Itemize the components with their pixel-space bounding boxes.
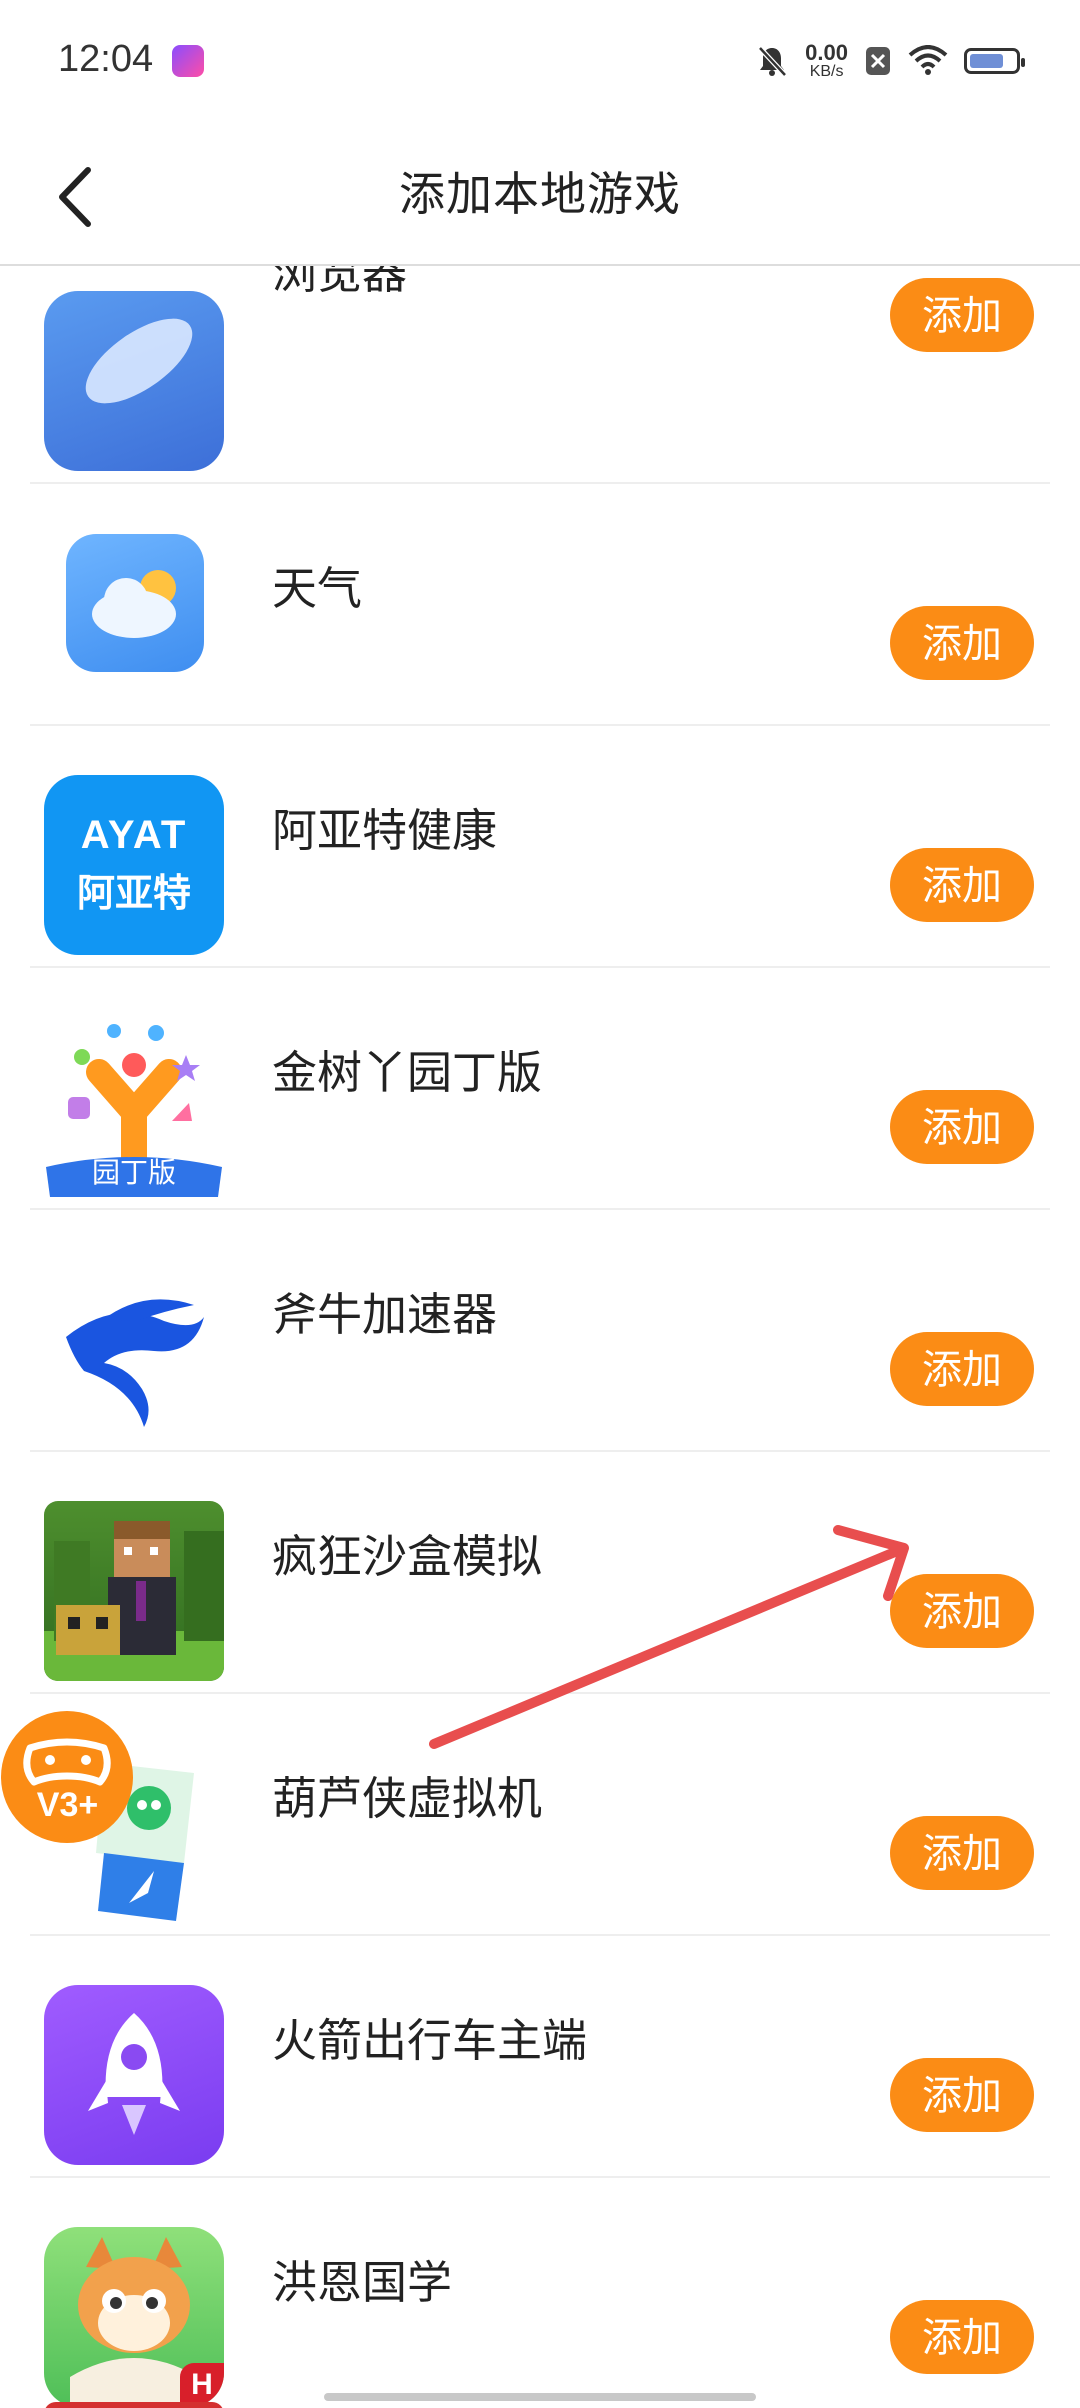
list-item: 斧牛加速器 添加 [30,1210,1050,1452]
funiu-accelerator-icon [44,1259,224,1439]
app-name: 天气 [272,562,363,615]
next-item-icon-peek [44,2402,224,2408]
page-title: 添加本地游戏 [399,167,681,221]
icon-text: AYAT [80,813,188,857]
clock: 12:04 [58,38,154,80]
list-item: AYAT 阿亚特 阿亚特健康 添加 [30,726,1050,968]
status-icons: 0.00 KB/s [755,42,1025,80]
list-item: H 洪恩国学 添加 [30,2178,1050,2408]
add-button[interactable]: 添加 [890,2058,1034,2132]
sandbox-game-icon [44,1501,224,1681]
list-item: 浏览器 添加 [30,266,1050,484]
top-app-bar: 添加本地游戏 [0,130,1080,266]
rocket-app-icon [44,1985,224,2165]
app-name: 洪恩国学 [272,2256,453,2309]
add-button[interactable]: 添加 [890,848,1034,922]
browser-app-icon [44,291,224,471]
list-item: 疯狂沙盒模拟 添加 [30,1452,1050,1694]
app-name: 疯狂沙盒模拟 [272,1530,543,1583]
add-button[interactable]: 添加 [890,1090,1034,1164]
floating-button-label: V3+ [36,1786,99,1824]
home-indicator[interactable] [324,2393,756,2401]
icon-badge: H [180,2363,224,2407]
app-name: 葫芦侠虚拟机 [272,1772,543,1825]
notification-app-icon [172,45,204,77]
list-item: 天气 添加 [30,484,1050,726]
list-item: 葫芦侠虚拟机 添加 [30,1694,1050,1936]
add-button[interactable]: 添加 [890,278,1034,352]
add-button[interactable]: 添加 [890,2300,1034,2374]
net-speed-value: 0.00 [805,40,848,65]
add-button[interactable]: 添加 [890,1574,1034,1648]
jinshuya-app-icon: 园丁版 [44,1017,224,1197]
app-name: 金树丫园丁版 [272,1046,543,1099]
wifi-icon [908,45,948,75]
icon-text: 园丁版 [91,1156,176,1189]
battery-level [970,54,1003,68]
add-button[interactable]: 添加 [890,606,1034,680]
add-button[interactable]: 添加 [890,1332,1034,1406]
network-speed: 0.00 KB/s [805,42,848,80]
icon-text: 阿亚特 [76,871,191,915]
weather-app-icon [66,534,204,672]
list-item: 火箭出行车主端 添加 [30,1936,1050,2178]
ayat-app-icon: AYAT 阿亚特 [44,775,224,955]
status-bar: 12:04 0.00 KB/s [0,0,1080,130]
app-name: 阿亚特健康 [272,804,498,857]
hongen-guoxue-icon: H [44,2227,224,2407]
app-name: 火箭出行车主端 [272,2014,588,2067]
list-item: 园丁版 金树丫园丁版 添加 [30,968,1050,1210]
floating-game-button[interactable]: V3+ [0,1710,135,1845]
battery-icon [964,48,1025,74]
bell-muted-icon [758,46,788,77]
net-speed-unit: KB/s [809,63,844,80]
app-name: 浏览器 [272,266,408,299]
add-button[interactable]: 添加 [890,1816,1034,1890]
app-list[interactable]: 浏览器 添加 天气 添加 AYAT 阿亚特 阿亚特健康 添加 园丁版 金树丫园丁… [0,266,1080,2408]
sim-disabled-icon [866,47,890,75]
app-name: 斧牛加速器 [272,1288,498,1341]
